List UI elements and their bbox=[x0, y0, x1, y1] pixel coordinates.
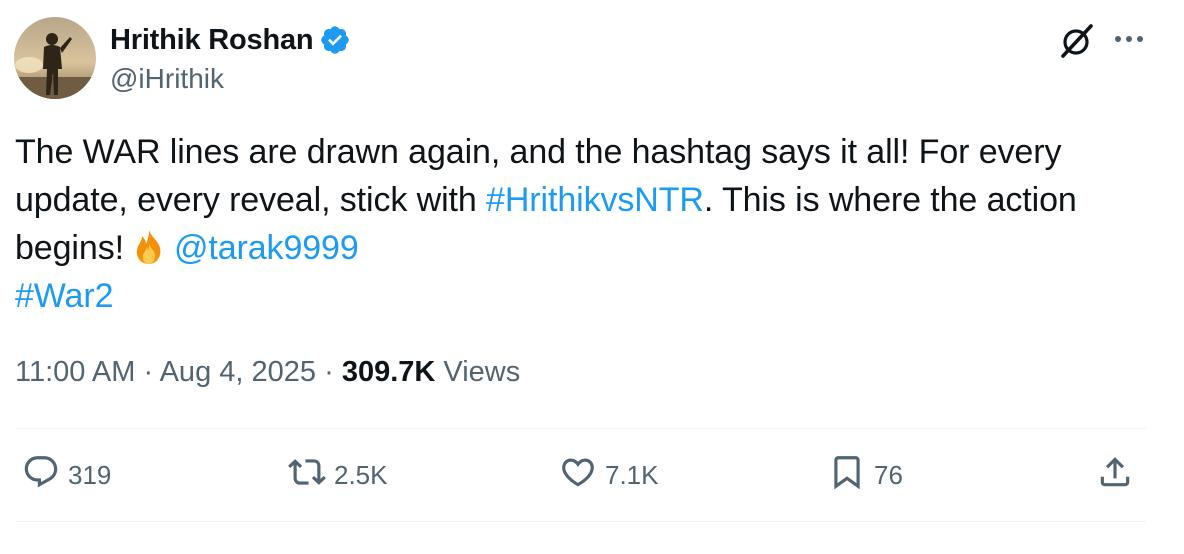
meta-separator: · bbox=[324, 356, 334, 388]
mention-tarak9999-link[interactable]: @tarak9999 bbox=[174, 229, 359, 267]
tweet-text-line-3: begins! @tarak9999 bbox=[15, 224, 1155, 272]
tweet-card: Hrithik Roshan @iHrithik The WAR lines a… bbox=[0, 0, 1184, 554]
tweet-text: The WAR lines are drawn again, and the h… bbox=[15, 128, 1155, 320]
divider bbox=[15, 521, 1146, 522]
grok-icon[interactable] bbox=[1056, 21, 1096, 61]
like-button[interactable]: 7.1K bbox=[559, 453, 659, 497]
like-count: 7.1K bbox=[605, 459, 659, 490]
repost-count: 2.5K bbox=[334, 459, 388, 490]
repost-button[interactable]: 2.5K bbox=[288, 453, 388, 497]
repost-icon bbox=[288, 453, 326, 498]
views-count: 309.7K bbox=[341, 356, 436, 388]
hashtag-war2-link[interactable]: #War2 bbox=[15, 277, 113, 315]
tweet-text-fragment: . This is where the action bbox=[703, 181, 1077, 219]
bookmark-count: 76 bbox=[874, 459, 903, 490]
tweet-text-fragment: begins! bbox=[15, 229, 124, 267]
tweet-text-line-4: #War2 bbox=[15, 272, 1155, 320]
tweet-text-line-2: update, every reveal, stick with #Hrithi… bbox=[15, 176, 1155, 224]
tweet-time[interactable]: 11:00 AM bbox=[15, 356, 135, 388]
reply-icon bbox=[22, 453, 60, 498]
author-handle[interactable]: @iHrithik bbox=[110, 62, 224, 96]
views-label: Views bbox=[443, 356, 521, 388]
avatar[interactable] bbox=[14, 17, 96, 99]
tweet-text-fragment: update, every reveal, stick with bbox=[15, 181, 487, 219]
share-icon bbox=[1096, 453, 1134, 498]
reply-count: 319 bbox=[68, 459, 112, 490]
fire-emoji-icon bbox=[130, 228, 168, 266]
verified-badge-icon bbox=[319, 24, 351, 56]
tweet-meta: 11:00 AM · Aug 4, 2025 · 309.7K Views bbox=[15, 354, 520, 390]
bookmark-icon bbox=[828, 453, 866, 498]
hashtag-hrithikvsntr-link[interactable]: #HrithikvsNTR bbox=[486, 181, 704, 219]
author-name[interactable]: Hrithik Roshan bbox=[110, 22, 351, 58]
share-button[interactable] bbox=[1096, 453, 1134, 497]
divider bbox=[15, 428, 1146, 429]
meta-separator: · bbox=[143, 356, 154, 388]
author-name-text[interactable]: Hrithik Roshan bbox=[110, 22, 314, 58]
tweet-text-line-1: The WAR lines are drawn again, and the h… bbox=[15, 133, 1062, 171]
bookmark-button[interactable]: 76 bbox=[828, 453, 903, 497]
reply-button[interactable]: 319 bbox=[22, 453, 111, 497]
more-options-icon[interactable] bbox=[1112, 24, 1146, 54]
like-icon bbox=[559, 453, 597, 498]
tweet-date[interactable]: Aug 4, 2025 bbox=[160, 356, 316, 388]
